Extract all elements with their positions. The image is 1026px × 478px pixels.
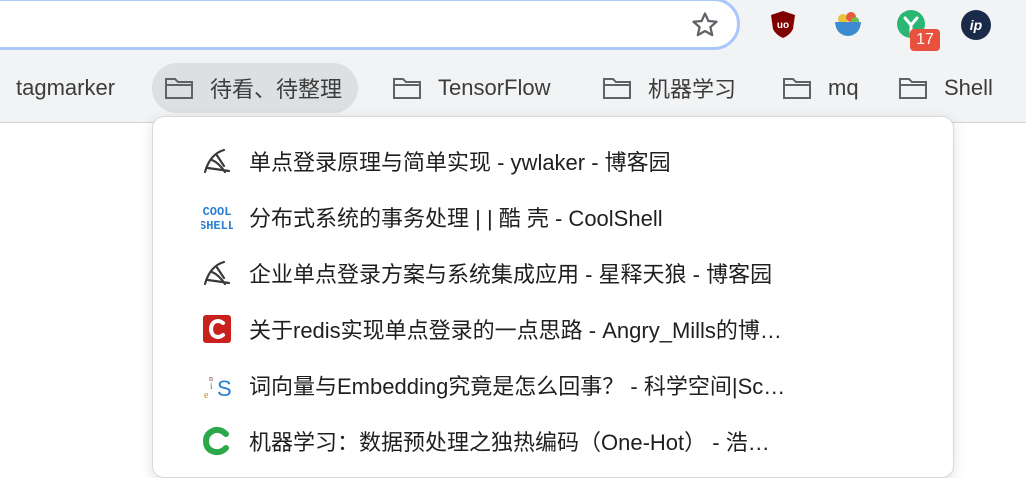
green-c-icon <box>201 425 233 457</box>
bookmark-label: TensorFlow <box>438 75 551 100</box>
bookmark-label: Shell <box>944 75 993 100</box>
svg-text:S: S <box>217 376 232 401</box>
menu-item[interactable]: 关于redis实现单点登录的一点思路 - Angry_Mills的博… <box>153 301 953 357</box>
folder-icon <box>899 78 927 99</box>
ip-extension-icon[interactable]: ip <box>960 9 991 40</box>
coolshell-icon: COOL SHELL <box>201 201 233 233</box>
folder-icon <box>603 78 631 99</box>
csdn-icon <box>201 313 233 345</box>
svg-text:COOL: COOL <box>203 205 232 219</box>
folder-icon <box>783 78 811 99</box>
bookmark-label: mq <box>828 75 859 100</box>
svg-text:e: e <box>204 390 209 401</box>
svg-text:n: n <box>209 374 213 383</box>
bookmark-tagmarker[interactable]: tagmarker <box>16 63 115 113</box>
menu-item-title: 单点登录原理与简单实现 - ywlaker - 博客园 <box>249 150 671 175</box>
address-bar[interactable] <box>0 0 740 50</box>
menu-item[interactable]: 企业单点登录方案与系统集成应用 - 星释天狼 - 博客园 <box>153 245 953 301</box>
menu-item-title: 分布式系统的事务处理 | | 酷 壳 - CoolShell <box>249 206 663 231</box>
menu-item[interactable]: 单点登录原理与简单实现 - ywlaker - 博客园 <box>153 133 953 189</box>
svg-text:uo: uo <box>777 20 789 31</box>
svg-text:ip: ip <box>970 17 983 33</box>
bookmark-folder-todo[interactable]: 待看、待整理 <box>152 63 359 113</box>
menu-item-title: 关于redis实现单点登录的一点思路 - Angry_Mills的博… <box>249 318 782 343</box>
bookmark-label: 待看、待整理 <box>210 77 343 102</box>
bookmark-star-icon[interactable] <box>688 8 722 42</box>
ublock-origin-icon[interactable]: uo <box>768 9 798 39</box>
bookmark-label: 机器学习 <box>648 77 737 102</box>
kexue-icon: einS <box>201 369 233 401</box>
svg-text:SHELL: SHELL <box>201 219 233 233</box>
menu-item[interactable]: einS 词向量与Embedding究竟是怎么回事？ - 科学空间|Sc… <box>153 357 953 413</box>
bookmark-folder-ml[interactable]: 机器学习 <box>602 63 736 113</box>
cnblogs-icon <box>201 145 233 177</box>
salad-bowl-icon[interactable] <box>832 9 862 39</box>
folder-icon <box>165 78 193 99</box>
menu-item-title: 机器学习：数据预处理之独热编码（One-Hot） - 浩… <box>249 430 770 455</box>
bookmarks-bar: tagmarker 待看、待整理 TensorFlow 机器学习 mq Shel… <box>0 56 1026 123</box>
browser-toolbar: uo 17 ip <box>0 0 1026 56</box>
cnblogs-icon <box>201 257 233 289</box>
menu-item[interactable]: 机器学习：数据预处理之独热编码（One-Hot） - 浩… <box>153 413 953 469</box>
bookmark-folder-mq[interactable]: mq <box>782 63 859 113</box>
bookmark-label: tagmarker <box>16 75 116 100</box>
bookmark-folder-shell[interactable]: Shell <box>898 63 993 113</box>
extension-badge: 17 <box>910 29 940 51</box>
folder-icon <box>393 78 421 99</box>
bookmark-folder-menu: 单点登录原理与简单实现 - ywlaker - 博客园 COOL SHELL 分布… <box>152 116 954 478</box>
bookmark-folder-tensorflow[interactable]: TensorFlow <box>392 63 550 113</box>
menu-item-title: 词向量与Embedding究竟是怎么回事？ - 科学空间|Sc… <box>249 374 786 399</box>
menu-item-title: 企业单点登录方案与系统集成应用 - 星释天狼 - 博客园 <box>249 262 773 287</box>
menu-item[interactable]: COOL SHELL 分布式系统的事务处理 | | 酷 壳 - CoolShell <box>153 189 953 245</box>
